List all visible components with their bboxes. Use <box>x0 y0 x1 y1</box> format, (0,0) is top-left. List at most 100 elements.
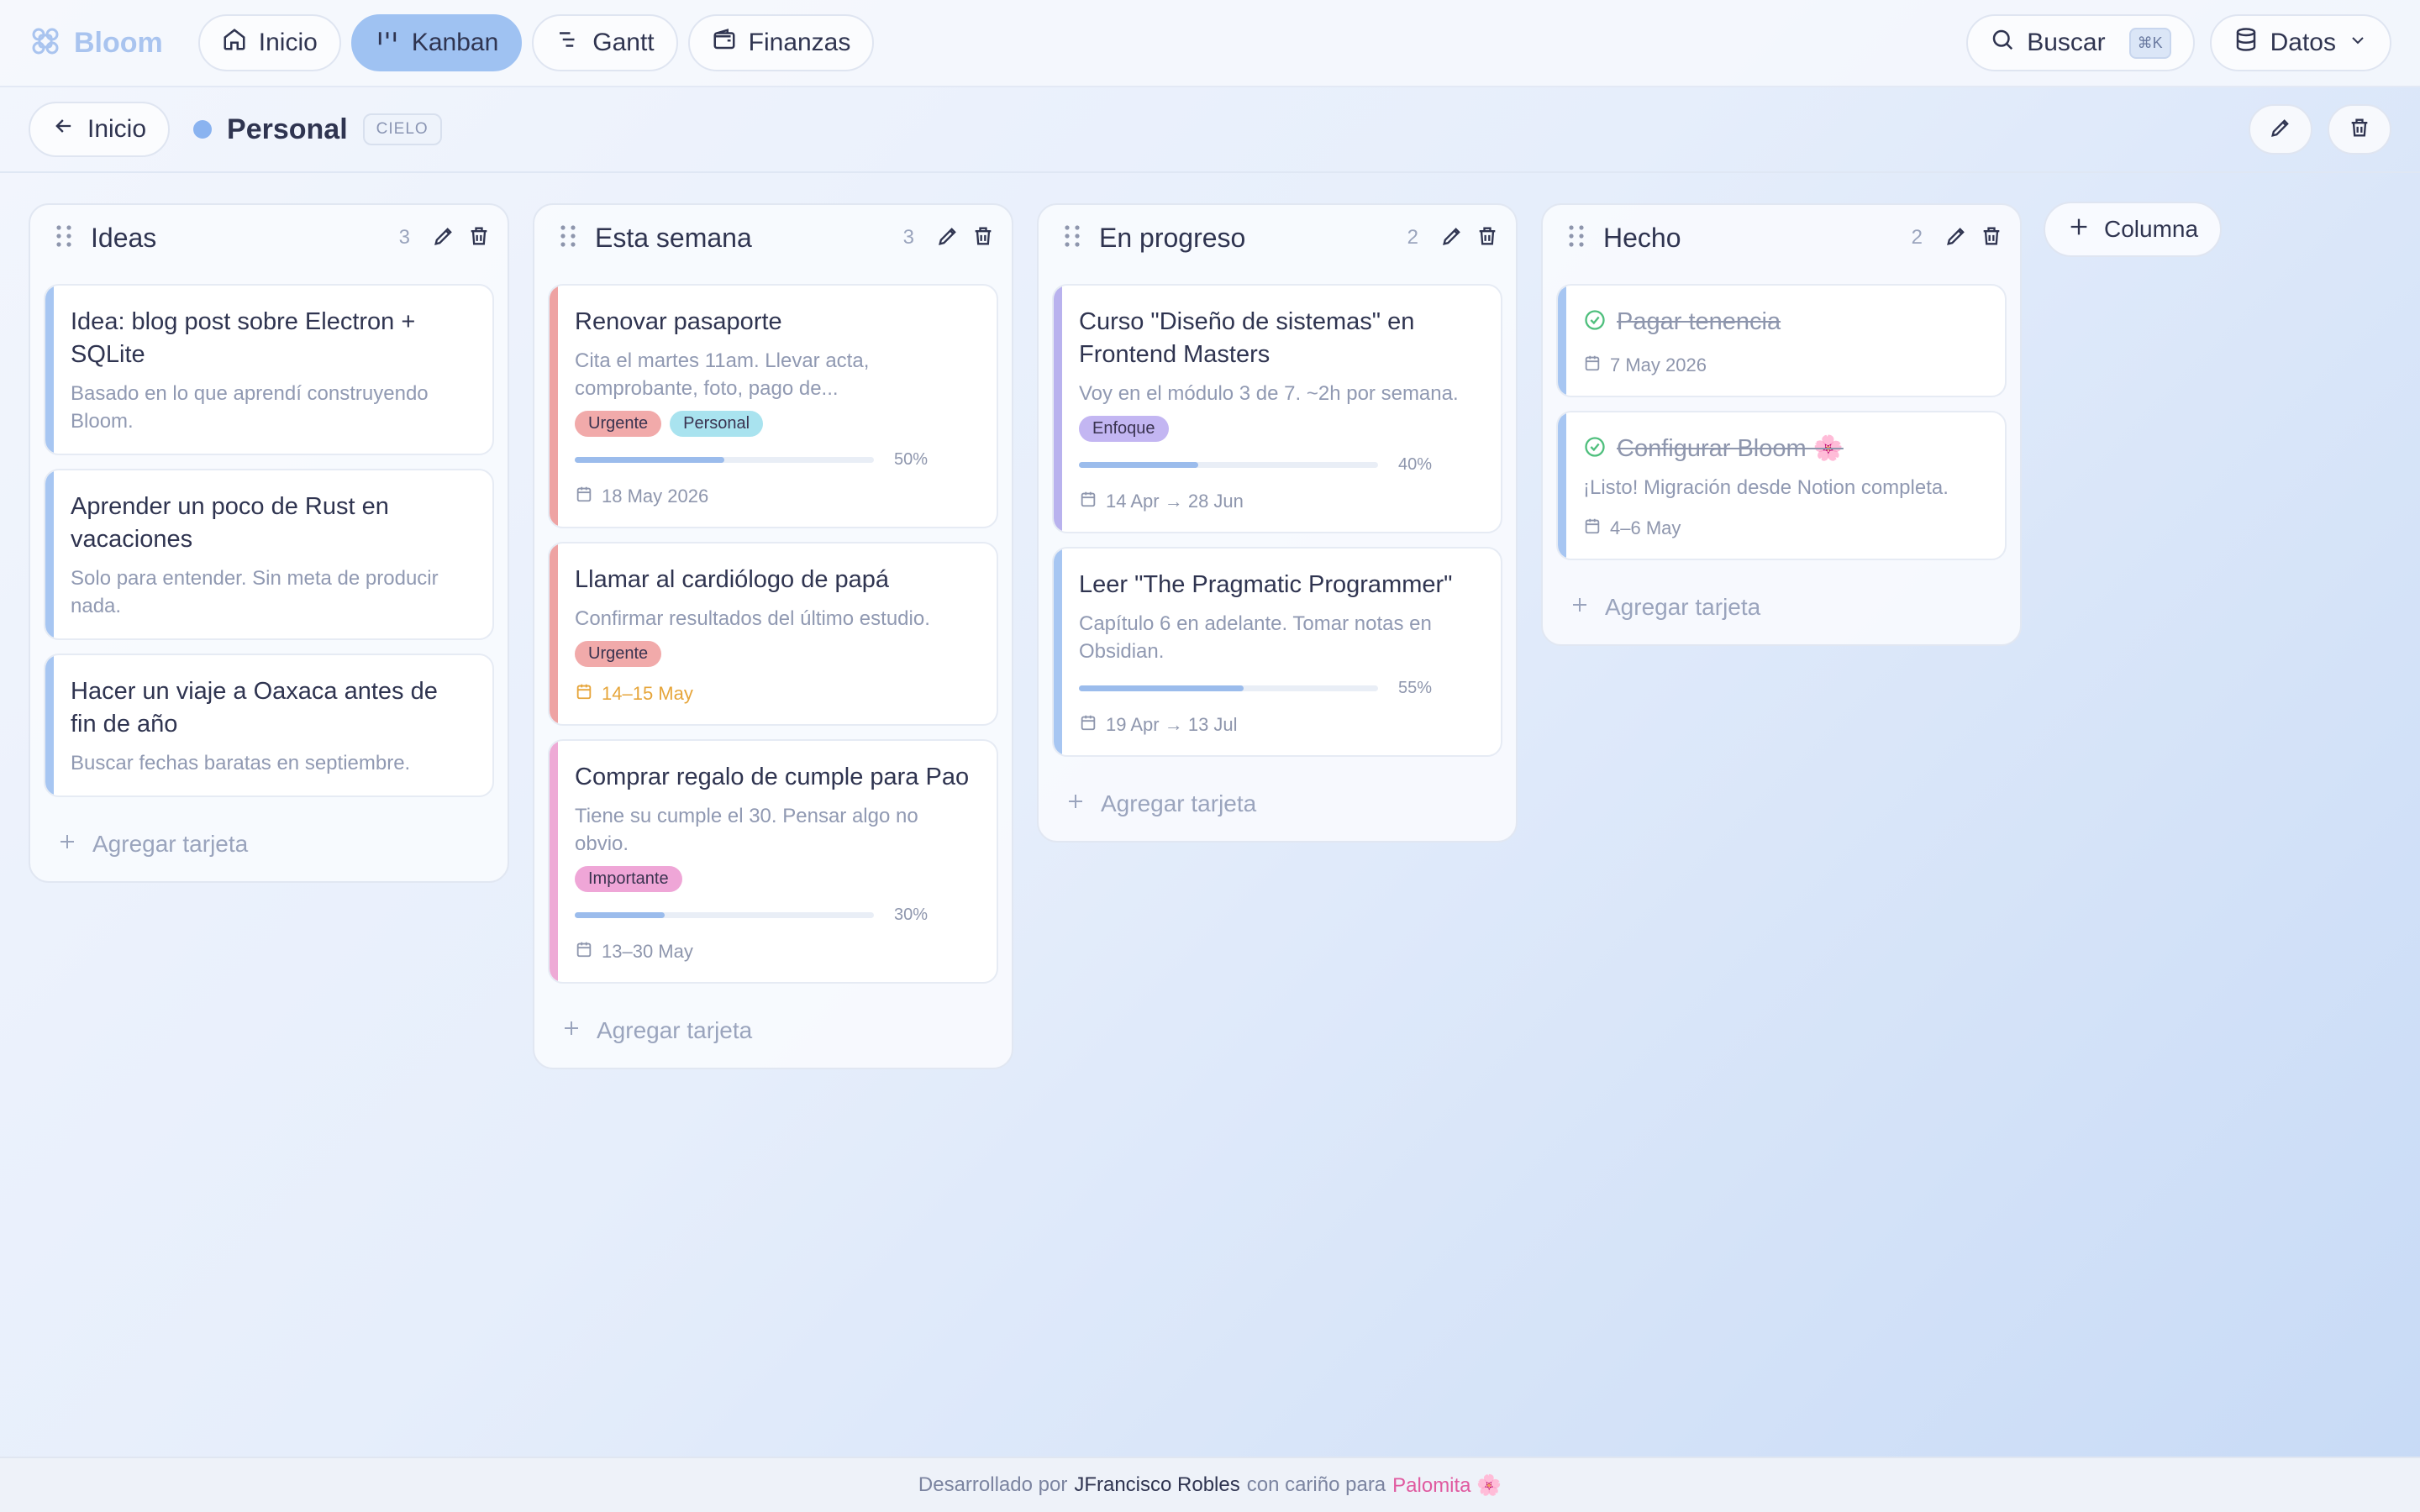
edit-board-button[interactable] <box>2249 104 2312 155</box>
column-count: 2 <box>1407 226 1418 249</box>
progress-percent: 50% <box>894 450 929 469</box>
footer-author[interactable]: JFrancisco Robles <box>1074 1473 1239 1497</box>
card-date: 4–6 May <box>1583 517 1980 540</box>
app-logo[interactable]: Bloom <box>29 24 163 62</box>
kanban-card[interactable]: Configurar Bloom 🌸 ¡Listo! Migración des… <box>1556 411 2007 560</box>
kanban-card[interactable]: Curso "Diseño de sistemas" en Frontend M… <box>1052 284 1502 533</box>
trash-icon[interactable] <box>971 224 995 252</box>
drag-handle-icon[interactable] <box>1064 224 1081 252</box>
card-date: 19 Apr → 13 Jul <box>1079 713 1476 737</box>
data-menu-label: Datos <box>2270 29 2336 56</box>
card-date: 18 May 2026 <box>575 485 971 508</box>
calendar-icon <box>575 682 593 706</box>
add-card-button[interactable]: Agregar tarjeta <box>1065 790 1502 817</box>
column-esta-semana: Esta semana 3 Renovar pasaporte Cita el … <box>533 203 1013 1069</box>
kanban-card[interactable]: Hacer un viaje a Oaxaca antes de fin de … <box>44 654 494 797</box>
kanban-card[interactable]: Aprender un poco de Rust en vacaciones S… <box>44 469 494 640</box>
nav-finanzas[interactable]: Finanzas <box>687 14 875 71</box>
add-card-button[interactable]: Agregar tarjeta <box>57 831 494 858</box>
nav-gantt[interactable]: Gantt <box>532 14 678 71</box>
card-color-bar <box>550 286 558 527</box>
kanban-card[interactable]: Leer "The Pragmatic Programmer" Capítulo… <box>1052 547 1502 757</box>
date-text: 14 Apr → 28 Jun <box>1106 491 1244 512</box>
footer: Desarrollado por JFrancisco Robles con c… <box>0 1457 2420 1512</box>
add-column-label: Columna <box>2104 216 2199 242</box>
search-button[interactable]: Buscar ⌘K <box>1966 14 2195 71</box>
add-card-button[interactable]: Agregar tarjeta <box>561 1017 998 1044</box>
check-circle-icon[interactable] <box>1583 308 1607 336</box>
card-date: 13–30 May <box>575 940 971 963</box>
pencil-icon[interactable] <box>1440 224 1464 252</box>
gantt-icon <box>555 27 581 59</box>
board-color-dot <box>193 120 213 139</box>
column-title: Ideas <box>91 222 157 253</box>
column-header: Hecho 2 <box>1556 205 2007 270</box>
add-card-label: Agregar tarjeta <box>1605 594 1761 620</box>
card-color-bar <box>45 655 54 795</box>
label-urgente: Urgente <box>575 411 662 437</box>
card-title: Renovar pasaporte <box>575 308 782 335</box>
kanban-card[interactable]: Pagar tenencia 7 May 2026 <box>1556 284 2007 397</box>
card-description: Solo para entender. Sin meta de producir… <box>71 567 439 617</box>
column-ideas: Ideas 3 Idea: blog post sobre Electron +… <box>29 203 509 883</box>
top-bar: Bloom Inicio Kanban Gantt Finanzas Busca… <box>0 0 2420 87</box>
kanban-card[interactable]: Llamar al cardiólogo de papá Confirmar r… <box>548 542 998 726</box>
column-count: 2 <box>1911 226 1923 249</box>
drag-handle-icon[interactable] <box>560 224 576 252</box>
trash-icon[interactable] <box>467 224 491 252</box>
arrow-left-icon <box>52 114 76 144</box>
drag-handle-icon[interactable] <box>55 224 72 252</box>
card-color-bar <box>1054 286 1062 532</box>
plus-icon <box>2067 215 2091 244</box>
board-title: Personal <box>227 113 348 145</box>
delete-board-button[interactable] <box>2328 104 2391 155</box>
card-title: Curso "Diseño de sistemas" en Frontend M… <box>1079 308 1415 368</box>
card-description: Confirmar resultados del último estudio. <box>575 607 930 630</box>
board-header: Inicio Personal CIELO <box>0 87 2420 173</box>
drag-handle-icon[interactable] <box>1568 224 1585 252</box>
card-progress: 55% <box>1079 679 1476 698</box>
add-card-button[interactable]: Agregar tarjeta <box>1570 594 2007 621</box>
calendar-icon <box>575 940 593 963</box>
nav-kanban[interactable]: Kanban <box>350 14 523 71</box>
date-text: 13–30 May <box>602 941 693 962</box>
progress-fill <box>1079 462 1199 468</box>
back-button[interactable]: Inicio <box>29 102 171 157</box>
plus-icon <box>1065 790 1086 817</box>
add-card-label: Agregar tarjeta <box>92 831 249 857</box>
trash-icon[interactable] <box>1980 224 2003 252</box>
calendar-icon <box>1583 517 1602 540</box>
add-column-button[interactable]: Columna <box>2044 202 2223 257</box>
data-menu-button[interactable]: Datos <box>2209 14 2391 71</box>
add-card-label: Agregar tarjeta <box>1101 790 1257 816</box>
kanban-card[interactable]: Renovar pasaporte Cita el martes 11am. L… <box>548 284 998 528</box>
card-color-bar <box>1054 549 1062 755</box>
card-title: Hacer un viaje a Oaxaca antes de fin de … <box>71 678 438 738</box>
nav-inicio[interactable]: Inicio <box>197 14 341 71</box>
trash-icon[interactable] <box>1476 224 1499 252</box>
pencil-icon[interactable] <box>936 224 960 252</box>
card-date: 14 Apr → 28 Jun <box>1079 490 1476 513</box>
card-color-bar <box>550 741 558 982</box>
app-name: Bloom <box>74 26 163 59</box>
date-text: 4–6 May <box>1610 517 1681 538</box>
card-title: Configurar Bloom 🌸 <box>1617 435 1844 462</box>
pencil-icon[interactable] <box>1944 224 1968 252</box>
card-description: ¡Listo! Migración desde Notion completa. <box>1583 476 1949 499</box>
card-date: 7 May 2026 <box>1583 354 1980 377</box>
home-icon <box>222 27 247 59</box>
kanban-card[interactable]: Idea: blog post sobre Electron + SQLite … <box>44 284 494 455</box>
card-title: Leer "The Pragmatic Programmer" <box>1079 571 1453 598</box>
card-color-bar <box>550 543 558 724</box>
date-text: 19 Apr → 13 Jul <box>1106 714 1238 735</box>
kanban-icon <box>375 27 400 59</box>
progress-fill <box>1079 685 1244 691</box>
kanban-card[interactable]: Comprar regalo de cumple para Pao Tiene … <box>548 739 998 984</box>
add-card-label: Agregar tarjeta <box>597 1017 753 1043</box>
pencil-icon[interactable] <box>432 224 455 252</box>
search-icon <box>1990 27 2015 59</box>
card-title: Pagar tenencia <box>1617 308 1781 335</box>
card-description: Buscar fechas baratas en septiembre. <box>71 752 411 774</box>
calendar-icon <box>1079 490 1097 513</box>
check-circle-icon[interactable] <box>1583 435 1607 463</box>
